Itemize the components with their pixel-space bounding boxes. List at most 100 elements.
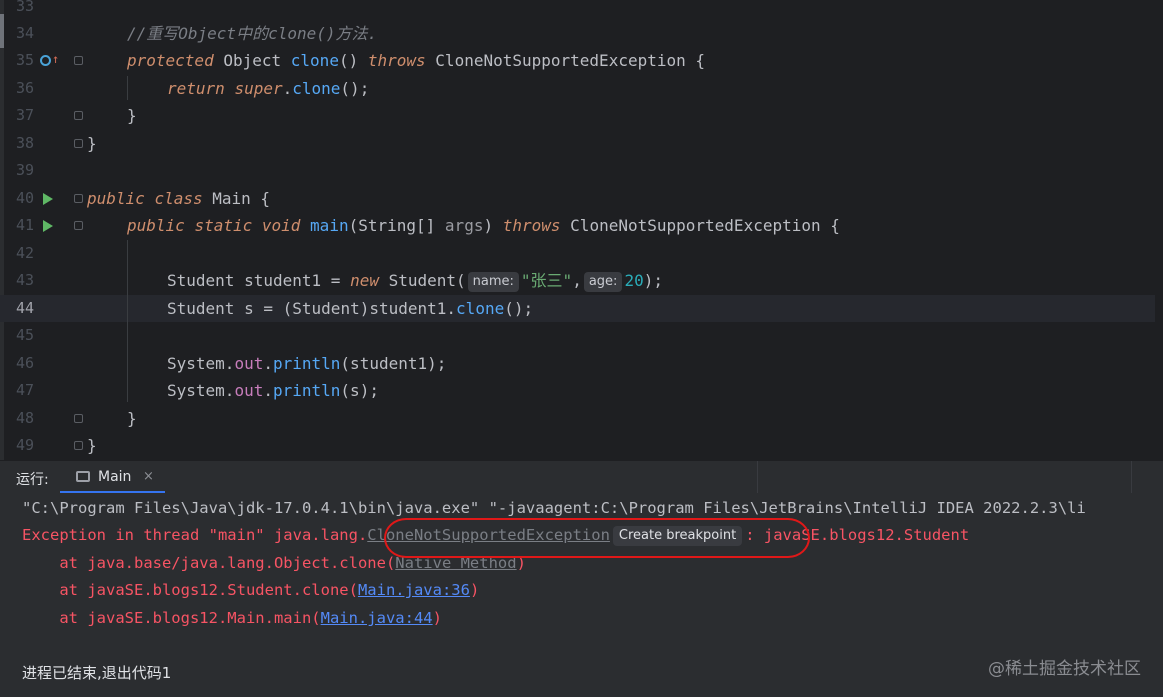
type-name: Object bbox=[223, 51, 282, 70]
code-line-49[interactable]: 49 } bbox=[0, 432, 1163, 459]
keyword: super bbox=[234, 79, 283, 98]
tab-main[interactable]: Main × bbox=[60, 461, 165, 494]
code-line-45[interactable]: 45 bbox=[0, 322, 1163, 349]
code-punct: . bbox=[263, 354, 273, 373]
line-number: 38 bbox=[15, 134, 34, 152]
fold-icon[interactable] bbox=[74, 414, 83, 423]
run-gutter-icon[interactable] bbox=[43, 193, 53, 205]
code-punct: (); bbox=[340, 79, 370, 98]
stack-trace-line: at javaSE.blogs12.Student.clone(Main.jav… bbox=[22, 577, 479, 604]
override-gutter-icon[interactable] bbox=[40, 55, 51, 66]
method-call: println bbox=[272, 354, 341, 373]
override-arrow-icon[interactable]: ↑ bbox=[52, 53, 59, 65]
line-number: 42 bbox=[15, 244, 34, 262]
indent-guide bbox=[127, 76, 128, 100]
code-line-40[interactable]: 40 public class Main { bbox=[0, 185, 1163, 212]
class-name: Main bbox=[212, 189, 251, 208]
method-call: clone bbox=[456, 299, 505, 318]
fold-icon[interactable] bbox=[74, 56, 83, 65]
code-punct: { bbox=[695, 51, 706, 70]
call-target: student1. bbox=[369, 299, 457, 318]
create-breakpoint-hint[interactable]: Create breakpoint bbox=[612, 526, 743, 546]
keyword: static bbox=[194, 216, 253, 235]
constructor-call: Student( bbox=[388, 271, 466, 290]
stack-frame-text: ) bbox=[469, 581, 480, 599]
keyword: void bbox=[261, 216, 301, 235]
keyword: class bbox=[154, 189, 203, 208]
stack-frame-link[interactable]: Main.java:36 bbox=[358, 581, 470, 599]
code-punct: { bbox=[830, 216, 840, 235]
line-number: 39 bbox=[15, 161, 34, 179]
code-line-48[interactable]: 48 } bbox=[0, 405, 1163, 432]
code-punct: . bbox=[282, 79, 293, 98]
line-number: 46 bbox=[15, 354, 34, 372]
code-punct: = bbox=[330, 271, 341, 290]
exception-suffix: : javaSE.blogs12.Student bbox=[745, 526, 970, 544]
watermark: @稀土掘金技术社区 bbox=[988, 659, 1141, 679]
type-name: String[] bbox=[358, 216, 436, 235]
code-punct: } bbox=[87, 134, 97, 153]
stack-trace-line: at javaSE.blogs12.Main.main(Main.java:44… bbox=[22, 605, 442, 632]
code-punct: (s); bbox=[340, 381, 379, 400]
code-punct: . bbox=[263, 381, 273, 400]
code-punct: ) bbox=[483, 216, 494, 235]
line-number: 40 bbox=[15, 189, 34, 207]
editor-scrollbar[interactable] bbox=[1155, 0, 1163, 460]
line-number: 33 bbox=[15, 0, 34, 15]
code-punct: () bbox=[338, 51, 359, 70]
fold-icon[interactable] bbox=[74, 441, 83, 450]
code-line-41[interactable]: 41 public static void main(String[] args… bbox=[0, 212, 1163, 239]
run-gutter-icon[interactable] bbox=[43, 220, 53, 232]
code-line-47[interactable]: 47 System.out.println(s); bbox=[0, 377, 1163, 404]
code-line-44[interactable]: 44 Student s = (Student)student1.clone()… bbox=[0, 295, 1163, 322]
fold-icon[interactable] bbox=[74, 139, 83, 148]
code-line-42[interactable]: 42 bbox=[0, 240, 1163, 267]
code-line-38[interactable]: 38 } bbox=[0, 130, 1163, 157]
code-line-37[interactable]: 37 } bbox=[0, 102, 1163, 129]
code-line-33[interactable]: 33 bbox=[0, 0, 1163, 20]
line-number: 44 bbox=[15, 299, 34, 317]
type-name: CloneNotSupportedException bbox=[435, 51, 686, 70]
stack-frame-text: at javaSE.blogs12.Main.main( bbox=[22, 609, 321, 627]
code-line-46[interactable]: 46 System.out.println(student1); bbox=[0, 350, 1163, 377]
close-icon[interactable]: × bbox=[143, 469, 154, 484]
param-hint-age: age: bbox=[583, 272, 623, 292]
exception-class-link[interactable]: CloneNotSupportedException bbox=[367, 526, 610, 544]
param-hint-name: name: bbox=[467, 272, 519, 292]
keyword: public bbox=[127, 216, 185, 235]
stack-frame-text: at javaSE.blogs12.Student.clone( bbox=[22, 581, 358, 599]
process-exit-message: 进程已结束,退出代码1 bbox=[22, 664, 172, 682]
code-punct: } bbox=[127, 409, 137, 428]
code-punct: (student1); bbox=[340, 354, 447, 373]
code-editor[interactable]: 33 34 //重写Object中的clone()方法. 35 protecte… bbox=[0, 0, 1163, 460]
type-name: CloneNotSupportedException bbox=[570, 216, 821, 235]
fold-icon[interactable] bbox=[74, 194, 83, 203]
code-line-34[interactable]: 34 //重写Object中的clone()方法. bbox=[0, 20, 1163, 47]
console-command-line: "C:\Program Files\Java\jdk-17.0.4.1\bin\… bbox=[22, 499, 1086, 517]
line-number: 48 bbox=[15, 409, 34, 427]
code-line-39[interactable]: 39 bbox=[0, 157, 1163, 184]
method-name: clone bbox=[290, 51, 339, 70]
code-line-35[interactable]: 35 protected Object clone() throws Clone… bbox=[0, 47, 1163, 74]
type-cast: (Student) bbox=[282, 299, 370, 318]
class-ref: System. bbox=[167, 354, 235, 373]
line-number: 45 bbox=[15, 326, 34, 344]
code-punct: , bbox=[572, 271, 582, 290]
code-punct: } bbox=[87, 436, 97, 455]
fold-icon[interactable] bbox=[74, 221, 83, 230]
string-literal: "张三" bbox=[520, 271, 573, 290]
line-number: 34 bbox=[15, 24, 34, 42]
field-ref: out bbox=[234, 381, 264, 400]
line-number: 35 bbox=[15, 51, 34, 69]
header-divider bbox=[1131, 461, 1132, 494]
code-line-43[interactable]: 43 Student student1 = new Student(name: "… bbox=[0, 267, 1163, 294]
fold-icon[interactable] bbox=[74, 111, 83, 120]
stack-frame-link[interactable]: Main.java:44 bbox=[321, 609, 433, 627]
line-number: 49 bbox=[15, 436, 34, 454]
stack-frame-link[interactable]: Native Method bbox=[395, 554, 516, 572]
code-line-36[interactable]: 36 return super.clone(); bbox=[0, 75, 1163, 102]
line-number: 37 bbox=[15, 106, 34, 124]
code-punct: { bbox=[260, 189, 271, 208]
class-ref: System. bbox=[167, 381, 235, 400]
line-number: 47 bbox=[15, 381, 34, 399]
